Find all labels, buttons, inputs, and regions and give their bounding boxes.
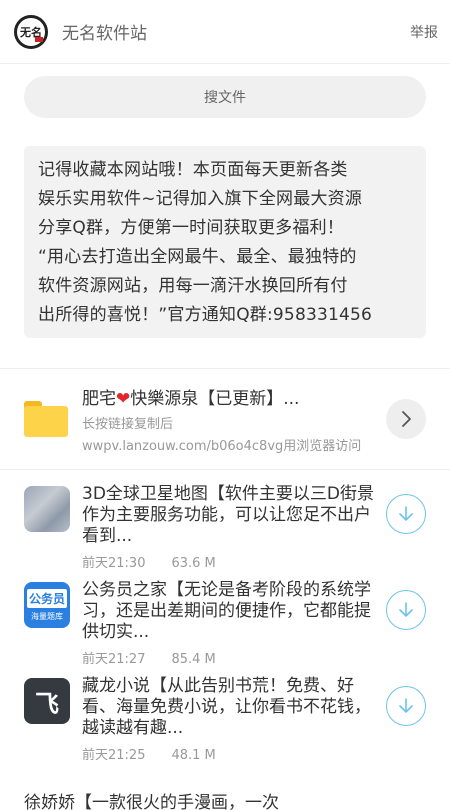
heart-icon: ❤ bbox=[116, 389, 131, 409]
report-button[interactable]: 举报 bbox=[410, 22, 438, 42]
site-title: 无名软件站 bbox=[62, 24, 147, 44]
logo-seal bbox=[35, 36, 43, 42]
file-size: 48.1 M bbox=[171, 748, 216, 763]
download-icon bbox=[399, 602, 413, 617]
file-thumbnail: 飞 bbox=[24, 678, 70, 724]
download-button[interactable] bbox=[386, 494, 426, 534]
file-size: 85.4 M bbox=[171, 652, 216, 667]
notice-line: 分享Q群，方便第一时间获取更多福利！ bbox=[38, 218, 344, 238]
app-header: 无名 无名软件站 举报 bbox=[0, 0, 450, 64]
file-title: 藏龙小说【从此告别书荒！免费、好看、海量免费小说，让你看书不花钱，越读越有趣..… bbox=[82, 676, 371, 738]
notice-box: 记得收藏本网站哦！本页面每天更新各类 娱乐实用软件~记得加入旗下全网最大资源 分… bbox=[24, 146, 426, 338]
file-size: 63.6 M bbox=[171, 556, 216, 571]
thumb-label: 公务员 bbox=[26, 588, 67, 608]
folder-subtitle: 长按链接复制后 bbox=[82, 417, 174, 432]
file-date: 前天21:25 bbox=[82, 748, 146, 763]
file-item[interactable]: 3D全球卫星地图【软件主要以三D街景作为主要服务功能，可以让您足不出户看到...… bbox=[0, 484, 450, 580]
file-item[interactable]: 飞 藏龙小说【从此告别书荒！免费、好看、海量免费小说，让你看书不花钱，越读越有趣… bbox=[0, 676, 450, 772]
notice-line: 娱乐实用软件~记得加入旗下全网最大资源 bbox=[38, 189, 363, 209]
folder-title-prefix: 肥宅 bbox=[82, 389, 116, 409]
download-icon bbox=[399, 506, 413, 521]
partial-file-item[interactable]: 徐娇娇【一款很火的手漫画，一次 bbox=[24, 788, 450, 810]
download-button[interactable] bbox=[386, 686, 426, 726]
folder-title-suffix: 快樂源泉【已更新】... bbox=[130, 389, 300, 409]
folder-text: 肥宅❤快樂源泉【已更新】... 长按链接复制后 wwpv.lanzouw.com… bbox=[82, 384, 426, 454]
file-date: 前天21:30 bbox=[82, 556, 146, 571]
folder-icon bbox=[24, 401, 68, 437]
site-logo[interactable]: 无名 bbox=[14, 14, 48, 49]
file-title: 3D全球卫星地图【软件主要以三D街景作为主要服务功能，可以让您足不出户看到... bbox=[82, 484, 374, 546]
file-thumbnail bbox=[24, 486, 70, 532]
search-area: 搜文件 bbox=[0, 64, 450, 118]
folder-url: wwpv.lanzouw.com/b06o4c8vg用浏览器访问 bbox=[82, 439, 362, 454]
file-item[interactable]: 公务员 海量题库 公务员之家【无论是备考阶段的系统学习，还是出差期间的便捷作，它… bbox=[0, 580, 450, 676]
download-icon bbox=[399, 698, 413, 713]
notice-line: 出所得的喜悦！”官方通知Q群:958331456 bbox=[38, 305, 373, 325]
notice-line: “用心去打造出全网最牛、最全、最独特的 bbox=[38, 247, 357, 267]
open-folder-button[interactable] bbox=[386, 399, 426, 439]
search-button[interactable]: 搜文件 bbox=[24, 76, 426, 118]
file-list: 3D全球卫星地图【软件主要以三D街景作为主要服务功能，可以让您足不出户看到...… bbox=[0, 470, 450, 772]
file-title: 公务员之家【无论是备考阶段的系统学习，还是出差期间的便捷作，它都能提供切实... bbox=[82, 580, 371, 642]
notice-line: 记得收藏本网站哦！本页面每天更新各类 bbox=[38, 160, 348, 180]
thumb-sublabel: 海量题库 bbox=[31, 611, 63, 621]
folder-title: 肥宅❤快樂源泉【已更新】... bbox=[82, 384, 426, 409]
file-thumbnail: 公务员 海量题库 bbox=[24, 582, 70, 628]
file-date: 前天21:27 bbox=[82, 652, 146, 667]
notice-line: 软件资源网站，用每一滴汗水换回所有付 bbox=[38, 276, 348, 296]
chevron-right-icon bbox=[402, 411, 411, 427]
thumb-label: 飞 bbox=[35, 689, 59, 718]
folder-row[interactable]: 肥宅❤快樂源泉【已更新】... 长按链接复制后 wwpv.lanzouw.com… bbox=[0, 369, 450, 469]
download-button[interactable] bbox=[386, 590, 426, 630]
